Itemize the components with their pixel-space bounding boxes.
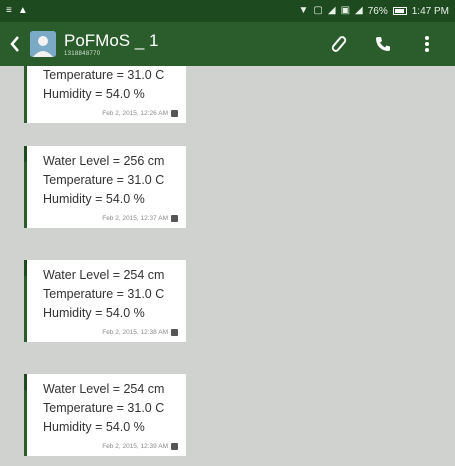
message-bubble[interactable]: Water Level = 254 cm Temperature = 31.0 … — [24, 374, 186, 456]
message-line: Water Level = 256 cm — [43, 154, 165, 168]
sim-card-icon — [171, 329, 178, 336]
timestamp-text: Feb 2, 2015, 12:38 AM — [102, 329, 168, 336]
message-timestamp: Feb 2, 2015, 12:39 AM — [43, 443, 178, 450]
contact-name: PoFMoS _ 1 — [64, 30, 159, 50]
message-line: Humidity = 54.0 % — [43, 306, 145, 320]
timestamp-text: Feb 2, 2015, 12:37 AM — [102, 215, 168, 222]
toolbar-actions — [317, 22, 455, 66]
timestamp-text: Feb 2, 2015, 12:26 AM — [102, 110, 168, 117]
wifi-icon: ▼ — [298, 5, 309, 16]
back-button[interactable] — [0, 22, 30, 66]
status-bar: ≡ ▲ ▼ ▢ ◢ ▣ ◢ 76% 1:47 PM — [0, 0, 455, 22]
sim2-icon: ▣ — [340, 5, 351, 16]
message-line: Humidity = 54.0 % — [43, 87, 145, 101]
menu-lines-icon: ≡ — [6, 5, 12, 16]
message-line: Humidity = 54.0 % — [43, 420, 145, 434]
message-line: Temperature = 31.0 C — [43, 68, 165, 82]
message-timestamp: Feb 2, 2015, 12:38 AM — [43, 329, 178, 336]
bubble-tail — [24, 260, 30, 276]
battery-percent: 76% — [367, 5, 388, 17]
battery-icon — [392, 7, 407, 15]
more-vert-icon — [425, 36, 429, 52]
paperclip-icon — [331, 36, 347, 52]
message-line: Water Level = 254 cm — [43, 382, 165, 396]
message-line: Humidity = 54.0 % — [43, 192, 145, 206]
message-bubble[interactable]: Water Level = 256 cm Temperature = 31.0 … — [24, 146, 186, 228]
attach-button[interactable] — [317, 22, 361, 66]
contact-number: 1318848770 — [64, 50, 101, 57]
phone-icon — [376, 37, 390, 51]
sim-card-icon — [171, 443, 178, 450]
chevron-left-icon — [10, 36, 19, 52]
signal-icon: ◢ — [327, 5, 336, 16]
overflow-menu-button[interactable] — [405, 22, 449, 66]
call-button[interactable] — [361, 22, 405, 66]
message-list[interactable]: Temperature = 31.0 C Humidity = 54.0 % F… — [0, 66, 455, 466]
message-line: Temperature = 31.0 C — [43, 173, 165, 187]
message-line: Water Level = 254 cm — [43, 268, 165, 282]
signal2-icon: ◢ — [355, 5, 363, 16]
message-line: Temperature = 31.0 C — [43, 287, 165, 301]
message-line: Temperature = 31.0 C — [43, 401, 165, 415]
message-timestamp: Feb 2, 2015, 12:26 AM — [43, 110, 178, 117]
sim-card-icon — [171, 110, 178, 117]
warning-icon: ▲ — [17, 5, 28, 16]
timestamp-text: Feb 2, 2015, 12:39 AM — [102, 443, 168, 450]
bubble-tail — [24, 146, 30, 162]
sim-icon: ▢ — [313, 5, 323, 16]
clock: 1:47 PM — [411, 5, 449, 17]
avatar[interactable] — [30, 31, 56, 57]
contact-info[interactable]: PoFMoS _ 1 1318848770 — [64, 30, 159, 57]
conversation-toolbar: PoFMoS _ 1 1318848770 — [0, 22, 455, 66]
message-bubble[interactable]: Water Level = 254 cm Temperature = 31.0 … — [24, 260, 186, 342]
status-right: ▼ ▢ ◢ ▣ ◢ 76% 1:47 PM — [299, 6, 449, 17]
person-icon — [30, 31, 56, 57]
message-bubble[interactable]: Temperature = 31.0 C Humidity = 54.0 % F… — [24, 66, 186, 123]
sim-card-icon — [171, 215, 178, 222]
bubble-tail — [24, 374, 30, 390]
status-left: ≡ ▲ — [6, 6, 28, 16]
message-timestamp: Feb 2, 2015, 12:37 AM — [43, 215, 178, 222]
